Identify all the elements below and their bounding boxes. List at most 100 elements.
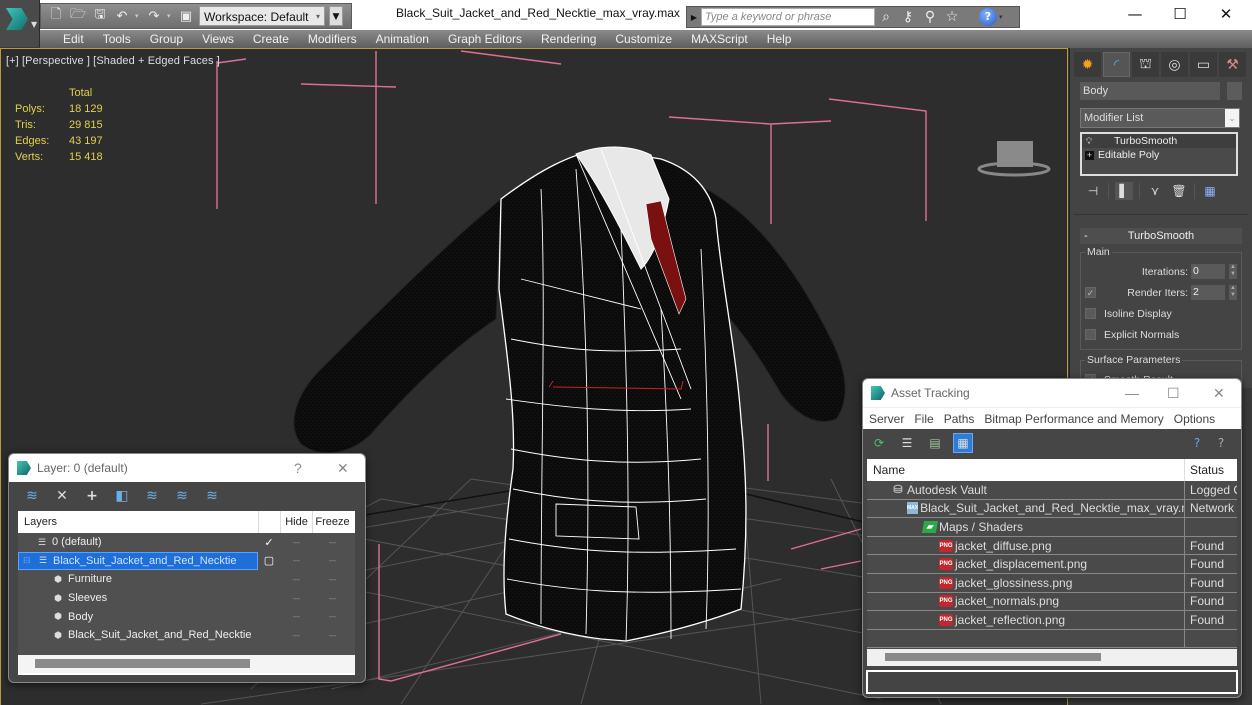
save-icon[interactable]: 🖫 <box>91 7 109 25</box>
highlight-layer-icon[interactable]: ≋ <box>173 487 191 505</box>
column-header-name[interactable]: Name <box>867 459 1185 481</box>
stack-item-turbosmooth[interactable]: 💡︎ TurboSmooth <box>1082 134 1236 148</box>
satellite-dish-icon[interactable]: ⚲ <box>919 9 941 25</box>
menu-create[interactable]: Create <box>244 32 299 46</box>
lightbulb-icon[interactable]: 💡︎ <box>1082 134 1096 148</box>
help-button[interactable]: ? <box>294 454 302 482</box>
undo-dropdown-icon[interactable]: ▾ <box>135 12 141 20</box>
asset-menu-server[interactable]: Server <box>869 412 904 426</box>
asset-row[interactable]: PNG jacket_glossiness.png Found <box>867 573 1237 593</box>
create-tab-icon[interactable]: ✹ <box>1074 52 1101 77</box>
app-menu-button[interactable]: ▼ <box>0 0 40 47</box>
show-end-result-icon[interactable]: ▌ <box>1115 182 1133 200</box>
column-header-layers[interactable]: Layers <box>18 516 258 528</box>
freeze-toggle[interactable]: ---- <box>312 556 352 565</box>
rollout-header[interactable]: - TurboSmooth <box>1080 228 1242 244</box>
menu-views[interactable]: Views <box>193 32 244 46</box>
menu-rendering[interactable]: Rendering <box>532 32 606 46</box>
hide-toggle[interactable]: ---- <box>280 538 312 547</box>
hide-toggle[interactable]: ---- <box>280 575 312 584</box>
layer-name-cell[interactable]: ⬢ Sleeves <box>18 589 258 608</box>
layer-name-cell[interactable]: ⬢ Body <box>18 607 258 626</box>
maximize-button[interactable]: ☐ <box>1157 2 1203 26</box>
pin-stack-icon[interactable]: ⊣ <box>1084 182 1102 200</box>
asset-row[interactable]: PNG jacket_displacement.png Found <box>867 555 1237 574</box>
hierarchy-tab-icon[interactable]: ⛫ <box>1132 52 1159 77</box>
column-header-hide[interactable]: Hide <box>280 511 312 533</box>
render-iters-checkbox[interactable]: ✓ <box>1085 287 1096 298</box>
close-button[interactable]: ✕ <box>1203 2 1249 26</box>
spinner-arrows-icon[interactable]: ▲ ▼ <box>1229 285 1237 300</box>
new-file-icon[interactable]: 🗋 <box>47 7 65 25</box>
asset-menu-paths[interactable]: Paths <box>944 412 975 426</box>
info-icon[interactable]: ? <box>1211 433 1231 453</box>
redo-dropdown-icon[interactable]: ▾ <box>167 12 173 20</box>
iterations-spinner[interactable]: 0 <box>1191 264 1225 279</box>
modify-tab-icon[interactable]: ◜ <box>1103 52 1130 77</box>
menu-maxscript[interactable]: MAXScript <box>682 32 758 46</box>
undo-icon[interactable]: ↶ <box>113 7 131 25</box>
layer-row[interactable]: ⬢ Body ---- ---- <box>18 607 355 626</box>
hide-toggle[interactable]: ---- <box>280 631 312 640</box>
close-button[interactable]: ✕ <box>1213 379 1225 407</box>
column-header-status[interactable]: Status <box>1185 463 1224 477</box>
layer-row[interactable]: ⬢ Furniture ---- ---- <box>18 570 355 589</box>
active-layer-check-icon[interactable]: ✓ <box>258 536 280 549</box>
spinner-arrows-icon[interactable]: ▲ ▼ <box>1229 264 1237 279</box>
scrollbar-thumb[interactable] <box>35 659 250 668</box>
select-layer-icon[interactable]: ≋ <box>143 487 161 505</box>
stack-item-editable-poly[interactable]: + Editable Poly <box>1082 148 1236 162</box>
hide-toggle[interactable]: ---- <box>280 612 312 621</box>
asset-row[interactable]: PNG jacket_reflection.png Found <box>867 611 1237 630</box>
render-iters-spinner[interactable]: 2 <box>1191 285 1225 300</box>
layer-row[interactable]: ☰ 0 (default) ✓ ---- ---- <box>18 533 355 552</box>
add-to-layer-icon[interactable]: + <box>83 487 101 505</box>
collapse-icon[interactable]: ⊟ <box>23 555 31 566</box>
minimize-button[interactable]: — <box>1125 379 1139 407</box>
scrollbar-thumb[interactable] <box>885 653 1101 661</box>
freeze-toggle[interactable]: ---- <box>312 575 352 584</box>
configure-sets-icon[interactable]: ▦ <box>1201 182 1219 200</box>
asset-row[interactable]: ⛁ Autodesk Vault Logged Out <box>867 481 1237 500</box>
set-active-toggle[interactable]: ▢ <box>258 554 280 567</box>
layer-name-cell[interactable]: ⬢ Black_Suit_Jacket_and_Red_Necktie <box>18 626 258 645</box>
asset-row[interactable]: MAX Black_Suit_Jacket_and_Red_Necktie_max… <box>867 499 1237 519</box>
freeze-toggle[interactable]: ---- <box>312 538 352 547</box>
refresh-icon[interactable]: ⟳ <box>869 433 889 453</box>
remove-modifier-icon[interactable]: 🗑︎ <box>1170 182 1188 200</box>
select-objects-icon[interactable]: ◧ <box>113 487 131 505</box>
search-input[interactable] <box>701 8 875 26</box>
binoculars-icon[interactable]: ⌕ <box>875 9 897 25</box>
close-button[interactable]: ✕ <box>337 454 349 482</box>
horizontal-scrollbar[interactable] <box>18 655 355 673</box>
asset-row[interactable]: PNG jacket_normals.png Found <box>867 592 1237 612</box>
project-folder-icon[interactable]: ▣ <box>177 7 195 25</box>
table-view-icon[interactable]: ▦ <box>953 433 973 453</box>
horizontal-scrollbar[interactable] <box>867 649 1237 666</box>
star-icon[interactable]: ☆ <box>941 9 963 25</box>
object-name-field[interactable] <box>1080 82 1220 100</box>
layer-settings-icon[interactable]: ≋ <box>203 487 221 505</box>
dialog-title-bar[interactable]: Asset Tracking — ☐ ✕ <box>863 379 1241 407</box>
redo-icon[interactable]: ↷ <box>145 7 163 25</box>
layer-row[interactable]: ⬢ Sleeves ---- ---- <box>18 589 355 608</box>
minimize-button[interactable]: — <box>1112 2 1158 26</box>
create-layer-icon[interactable]: ≋ <box>23 487 41 505</box>
asset-menu-bitmap-performance-and-memory[interactable]: Bitmap Performance and Memory <box>984 412 1163 426</box>
asset-menu-options[interactable]: Options <box>1174 412 1215 426</box>
help-icon[interactable]: ? <box>979 8 997 26</box>
hide-toggle[interactable]: ---- <box>280 594 312 603</box>
asset-row[interactable]: PNG jacket_diffuse.png Found <box>867 536 1237 556</box>
asset-path-field[interactable] <box>866 670 1238 694</box>
help-dropdown-icon[interactable]: ▾ <box>999 13 1005 21</box>
freeze-toggle[interactable]: ---- <box>312 612 352 621</box>
asset-menu-file[interactable]: File <box>914 412 933 426</box>
menu-help[interactable]: Help <box>758 32 802 46</box>
layer-row[interactable]: ⊟ ☰ Black_Suit_Jacket_and_Red_Necktie ▢ ----… <box>18 551 355 571</box>
layer-name-cell[interactable]: ⬢ Furniture <box>18 570 258 589</box>
menu-customize[interactable]: Customize <box>606 32 682 46</box>
dialog-title-bar[interactable]: Layer: 0 (default) ? ✕ <box>9 454 365 482</box>
hide-toggle[interactable]: ---- <box>280 556 312 565</box>
explicit-normals-checkbox[interactable] <box>1085 329 1096 340</box>
list-view-icon[interactable]: ☰ <box>897 433 917 453</box>
